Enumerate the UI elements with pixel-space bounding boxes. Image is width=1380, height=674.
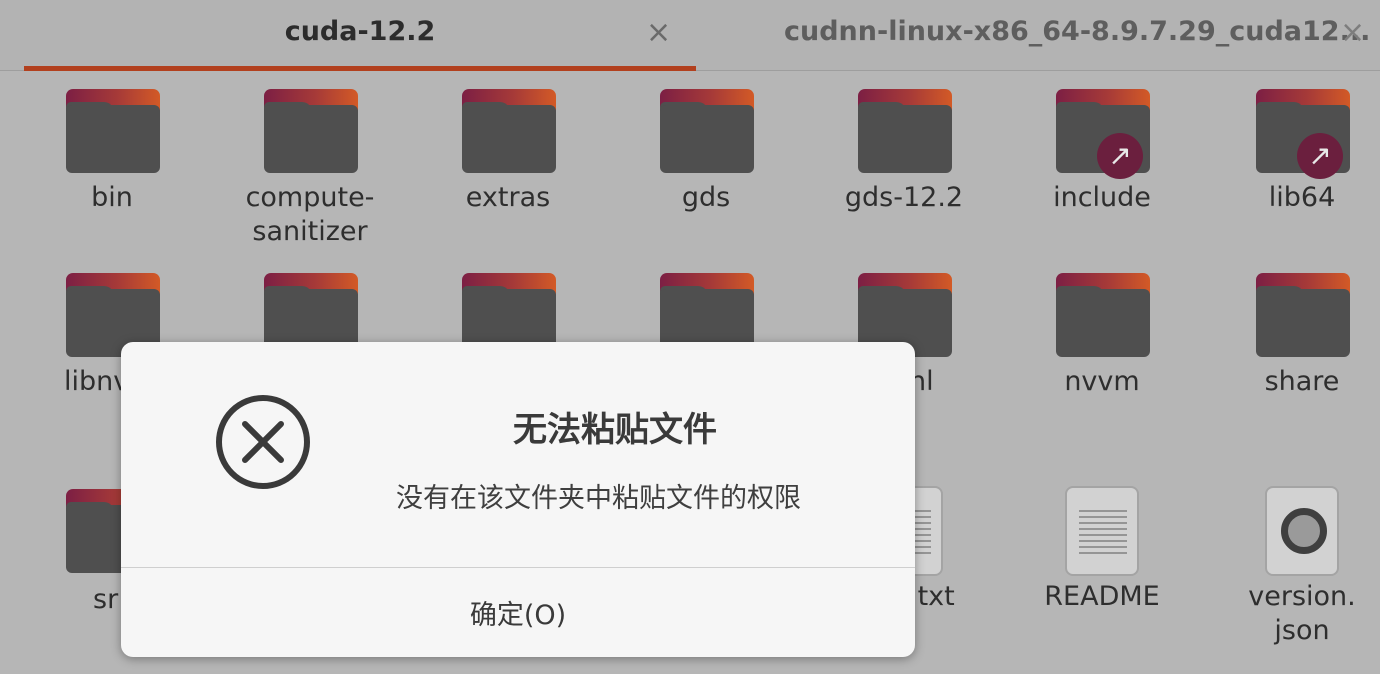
error-circle-x-icon: [216, 395, 310, 489]
tab-cuda-12-2[interactable]: cuda-12.2 ×: [24, 0, 696, 71]
folder-icon: [66, 89, 160, 173]
json-file-icon: [1265, 486, 1339, 576]
tab-close-icon[interactable]: ×: [1340, 18, 1365, 48]
tab-label: cudnn-linux-x86_64-8.9.7.29_cuda12...: [784, 16, 1371, 47]
folder-icon: [858, 89, 952, 173]
ok-button[interactable]: 确定(O): [121, 568, 915, 657]
error-dialog: 无法粘贴文件 没有在该文件夹中粘贴文件的权限 确定(O): [121, 342, 915, 657]
item-label: README: [1044, 581, 1160, 612]
dialog-title: 无法粘贴文件: [513, 410, 717, 450]
item-label: lib64: [1268, 182, 1336, 213]
item-label: version. json: [1248, 581, 1356, 646]
tab-close-icon[interactable]: ×: [646, 18, 671, 48]
item-label: include: [1053, 182, 1151, 213]
link-arrow-icon: ↗: [1297, 133, 1343, 179]
item-label: gds: [681, 182, 731, 213]
folder-icon: [264, 89, 358, 173]
item-label: compute- sanitizer: [245, 182, 375, 247]
folder-icon: [1056, 273, 1150, 357]
tab-cudnn[interactable]: cudnn-linux-x86_64-8.9.7.29_cuda12... ×: [696, 0, 1380, 70]
item-label: bin: [91, 182, 133, 213]
folder-icon: [462, 89, 556, 173]
folder-icon: [1256, 273, 1350, 357]
tab-label: cuda-12.2: [284, 16, 436, 47]
item-label: nvvm: [1064, 366, 1140, 397]
item-label: share: [1264, 366, 1340, 397]
folder-icon: [660, 89, 754, 173]
item-label: extras: [465, 182, 551, 213]
link-arrow-icon: ↗: [1097, 133, 1143, 179]
text-file-icon: [1065, 486, 1139, 576]
tab-bar: cuda-12.2 × cudnn-linux-x86_64-8.9.7.29_…: [0, 0, 1380, 71]
dialog-message: 没有在该文件夹中粘贴文件的权限: [396, 483, 801, 514]
item-label: gds-12.2: [844, 182, 964, 213]
